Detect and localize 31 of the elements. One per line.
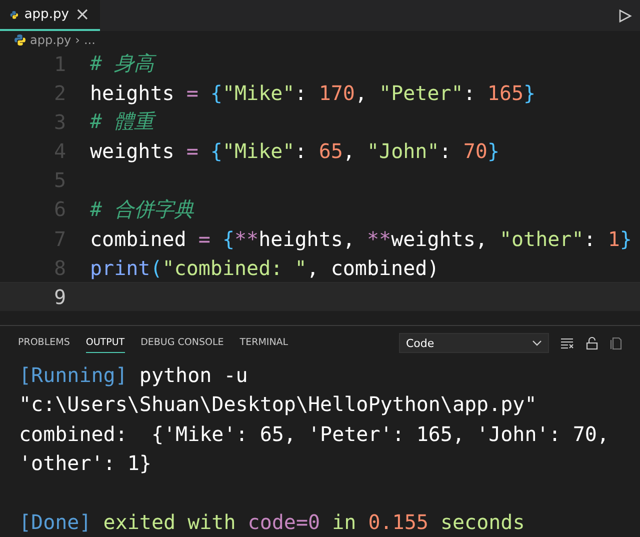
clear-output-icon[interactable] (561, 338, 574, 349)
unlock-icon[interactable] (586, 336, 598, 350)
code-line: # 身高 (90, 50, 154, 78)
panel-tab[interactable]: PROBLEMS (18, 333, 70, 354)
code-line: # 體重 (90, 108, 154, 136)
output-channel-select[interactable]: Code (399, 333, 549, 354)
code-line: # 合併字典 (90, 196, 194, 223)
code-line: weights = {"Mike": 65, "John": 70} (90, 139, 500, 164)
code-line: heights = {"Mike": 170, "Peter": 165} (90, 80, 536, 105)
breadcrumb-file[interactable]: app.py (30, 32, 72, 47)
code-line: combined = {**heights, **weights, "other": 1} (90, 226, 632, 251)
editor-tab[interactable]: app.py × (0, 0, 100, 32)
line-number: 9 (52, 284, 67, 309)
tab-label: app.py (24, 7, 69, 22)
close-icon[interactable]: × (74, 6, 90, 24)
python-icon (10, 8, 18, 21)
chevron-down-icon (532, 340, 542, 346)
breadcrumb-separator: › (75, 32, 80, 47)
run-icon[interactable] (618, 8, 632, 23)
python-icon (14, 34, 26, 46)
output-line: "c:\Users\Shuan\Desktop\HelloPython\app.py" (19, 392, 537, 416)
code-line: print("combined: ", combined) (90, 256, 440, 280)
panel-tab[interactable]: TERMINAL (240, 333, 288, 354)
copy-icon[interactable] (610, 336, 622, 350)
breadcrumb-more[interactable]: ... (84, 32, 96, 47)
output-line: combined: {'Mike': 65, 'Peter': 165, 'John': 70, (19, 422, 610, 446)
panel-tab[interactable]: OUTPUT (86, 333, 125, 354)
output-line: [Running] python -u (19, 362, 248, 387)
output-line: 'other': 1} (19, 451, 152, 476)
output-line: [Done] exited with code=0 in 0.155 seconds (19, 510, 525, 534)
panel-tab[interactable]: DEBUG CONSOLE (140, 333, 224, 354)
